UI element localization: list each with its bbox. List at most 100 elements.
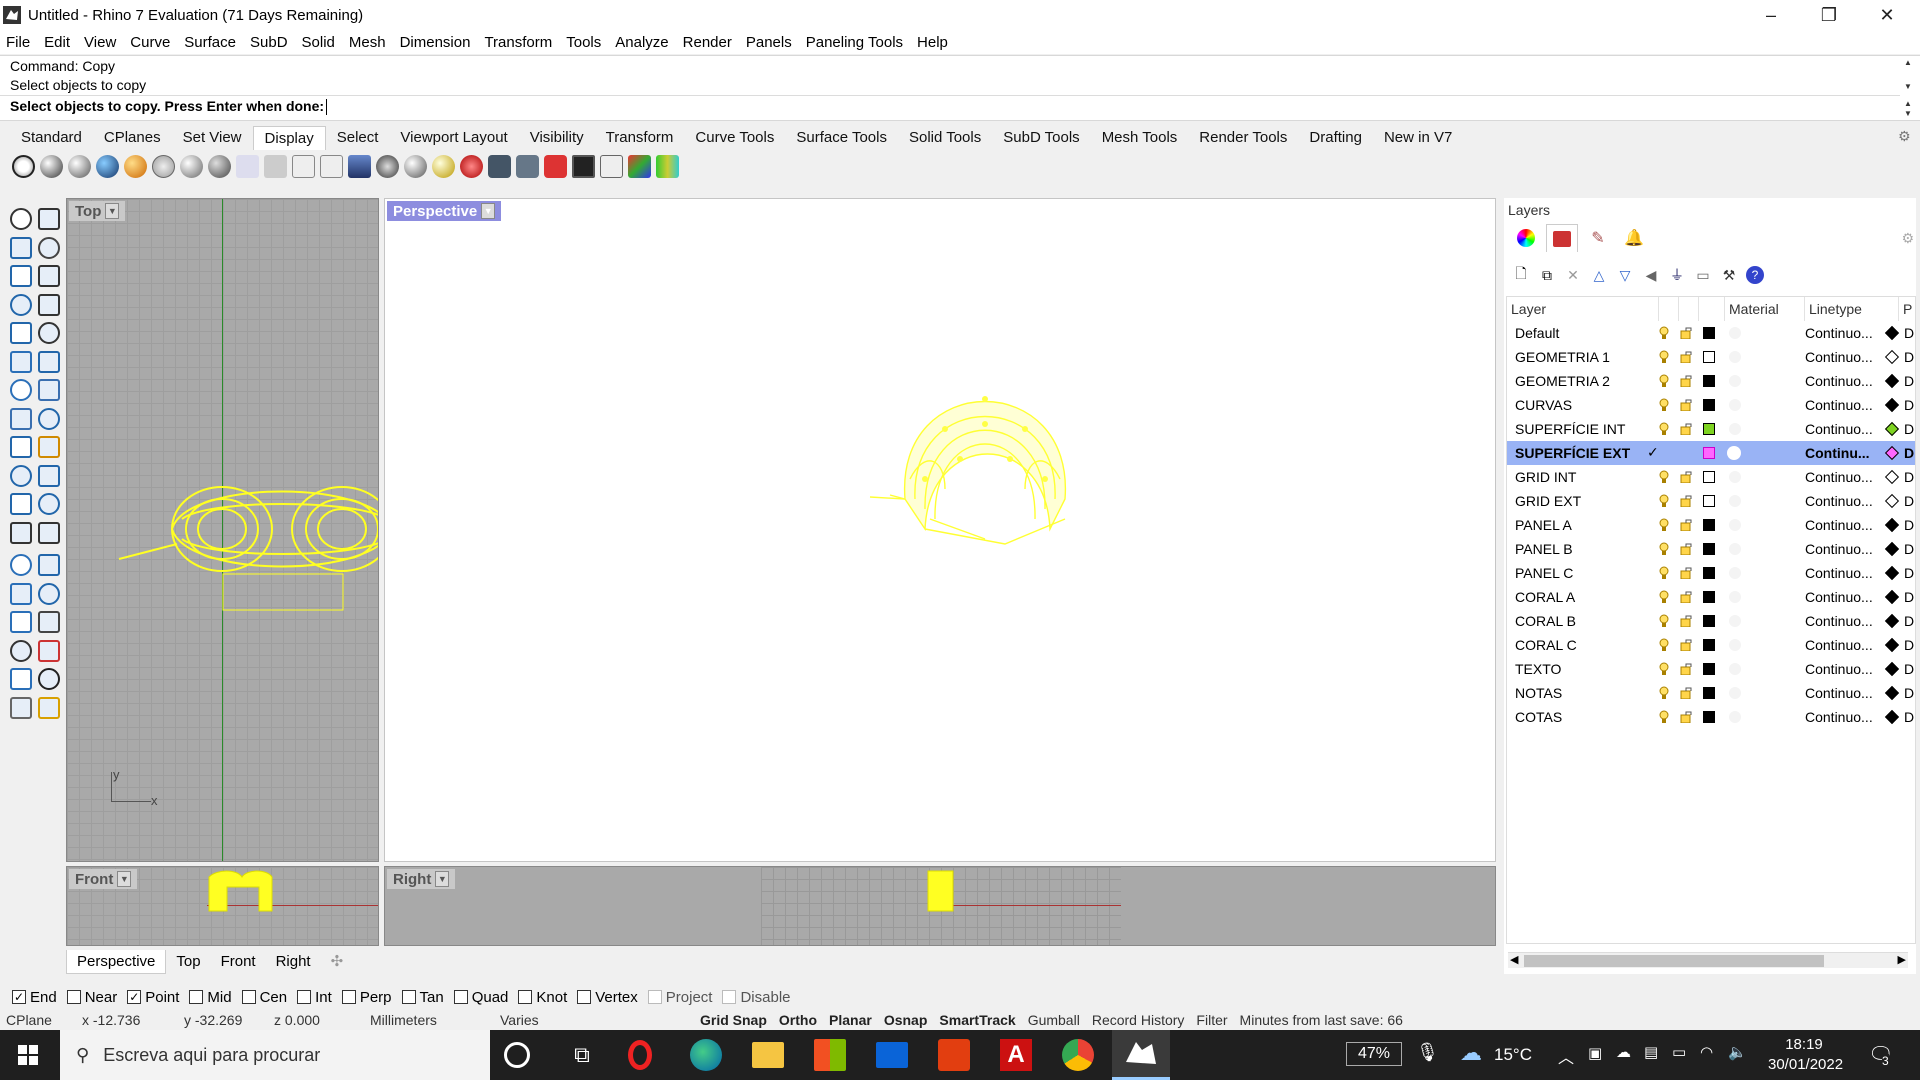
file-explorer-icon[interactable] [752, 1042, 784, 1068]
column-header-material[interactable]: Material [1725, 297, 1805, 321]
menu-item-surface[interactable]: Surface [184, 34, 236, 51]
tray-expand-icon[interactable]: ︿ [1558, 1044, 1574, 1068]
layer-color-swatch[interactable] [1703, 327, 1715, 339]
material-swatch[interactable] [1729, 663, 1741, 675]
tray-sync-icon[interactable]: ☁ [1616, 1043, 1631, 1061]
close-button[interactable]: ✕ [1858, 0, 1916, 30]
move-out-icon[interactable]: ◀ [1642, 266, 1660, 284]
print-width[interactable]: D [1904, 469, 1914, 485]
polyline-icon[interactable] [10, 236, 32, 259]
cplane-label[interactable]: CPlane [0, 1012, 76, 1028]
new-sublayer-icon[interactable]: ⧉ [1538, 266, 1556, 284]
wireframe-icon[interactable] [12, 154, 35, 178]
array-icon[interactable] [10, 639, 32, 662]
lock-icon[interactable] [1680, 494, 1693, 508]
osnap-tan[interactable]: Tan [401, 989, 444, 1006]
osnap-quad[interactable]: Quad [453, 989, 508, 1006]
spin-down-icon[interactable]: ▼ [1900, 109, 1916, 119]
toolbar-tab-viewport-layout[interactable]: Viewport Layout [389, 126, 518, 150]
print-width[interactable]: D [1904, 373, 1914, 389]
layer-color-swatch[interactable] [1703, 591, 1715, 603]
scroll-down-icon[interactable]: ▼ [1900, 82, 1916, 92]
print-width[interactable]: D [1904, 637, 1914, 653]
camera-icon[interactable] [488, 154, 511, 178]
osnap-vertex[interactable]: Vertex [577, 989, 638, 1006]
move-up-icon[interactable]: △ [1590, 266, 1608, 284]
toolbar-tab-surface-tools[interactable]: Surface Tools [785, 126, 898, 150]
clipping-plane-icon[interactable] [460, 154, 483, 178]
print-width[interactable]: D [1904, 709, 1914, 725]
gold-sphere-icon[interactable] [432, 154, 455, 178]
layer-linetype[interactable]: Continuo... [1805, 589, 1873, 605]
help-icon[interactable]: ? [1746, 266, 1764, 284]
layer-color-swatch[interactable] [1703, 471, 1715, 483]
front-viewport[interactable]: Front ▼ [66, 866, 379, 946]
checkbox[interactable] [722, 990, 737, 1004]
menu-item-help[interactable]: Help [917, 34, 948, 51]
rect-icon[interactable] [38, 293, 60, 316]
material-swatch[interactable] [1729, 471, 1741, 483]
checkbox[interactable] [577, 990, 592, 1004]
lock-icon[interactable] [1680, 710, 1693, 724]
color-icon[interactable] [628, 154, 651, 178]
print-width[interactable]: D [1904, 613, 1914, 629]
properties-tab[interactable] [1510, 224, 1542, 252]
maximize-button[interactable]: ❐ [1800, 0, 1858, 30]
visibility-bulb-icon[interactable] [1659, 566, 1669, 580]
toggle-planar[interactable]: Planar [823, 1012, 878, 1028]
print-color-diamond[interactable] [1884, 349, 1900, 365]
group-icon[interactable] [10, 582, 32, 605]
osnap-project[interactable]: Project [647, 989, 712, 1006]
toolbar-tab-standard[interactable]: Standard [10, 126, 93, 150]
menu-item-edit[interactable]: Edit [44, 34, 70, 51]
monochrome-icon[interactable] [320, 154, 343, 178]
move-down-icon[interactable]: ▽ [1616, 266, 1634, 284]
layer-color-swatch[interactable] [1703, 615, 1715, 627]
new-layer-icon[interactable]: 🗋 [1512, 265, 1530, 284]
offset-icon[interactable] [38, 521, 60, 544]
visibility-bulb-icon[interactable] [1659, 374, 1669, 388]
osnap-disable[interactable]: Disable [722, 989, 791, 1006]
visibility-bulb-icon[interactable] [1659, 398, 1669, 412]
lock-icon[interactable] [1680, 686, 1693, 700]
toolbar-tab-solid-tools[interactable]: Solid Tools [898, 126, 992, 150]
tray-device-icon[interactable]: ▤ [1644, 1043, 1658, 1061]
layer-color-swatch[interactable] [1703, 399, 1715, 411]
layer-linetype[interactable]: Continuo... [1805, 637, 1873, 653]
palette-icon[interactable] [656, 154, 679, 178]
lock-icon[interactable] [1680, 374, 1693, 388]
layer-linetype[interactable]: Continuo... [1805, 709, 1873, 725]
temperature[interactable]: 15°C [1494, 1045, 1532, 1065]
layer-color-swatch[interactable] [1703, 663, 1715, 675]
visibility-bulb-icon[interactable] [1659, 590, 1669, 604]
column-header-print[interactable]: P [1899, 297, 1915, 321]
material-swatch[interactable] [1729, 351, 1741, 363]
layer-linetype[interactable]: Continuo... [1805, 349, 1873, 365]
microphone-icon[interactable]: 🎙 [1416, 1042, 1439, 1063]
layer-color-swatch[interactable] [1703, 519, 1715, 531]
chrome-icon[interactable] [1062, 1039, 1094, 1071]
viewport-tab-right[interactable]: Right [266, 950, 321, 974]
clock-time[interactable]: 18:19 [1768, 1036, 1840, 1053]
menu-item-panels[interactable]: Panels [746, 34, 792, 51]
edge-icon[interactable] [38, 350, 60, 373]
column-header-layer[interactable]: Layer [1507, 297, 1659, 321]
taskbar-search-box[interactable]: ⚲ Escreva aqui para procurar [60, 1030, 490, 1080]
lightning-icon[interactable] [38, 436, 60, 458]
store-icon[interactable] [814, 1039, 846, 1071]
lock-icon[interactable] [1680, 614, 1693, 628]
layer-linetype[interactable]: Continuo... [1805, 565, 1873, 581]
print-color-diamond[interactable] [1884, 661, 1900, 677]
scroll-right-icon[interactable]: ▶ [1898, 953, 1906, 966]
artistic-icon[interactable] [208, 154, 231, 178]
toggle-ortho[interactable]: Ortho [773, 1012, 823, 1028]
tray-app-icon[interactable]: ▣ [1588, 1044, 1602, 1062]
display-mode-icon[interactable] [348, 154, 371, 178]
visibility-bulb-icon[interactable] [1659, 350, 1669, 364]
dimension-icon[interactable] [38, 611, 60, 633]
scroll-left-icon[interactable]: ◀ [1510, 953, 1518, 966]
layer-row[interactable]: Default Continuo... D [1507, 321, 1915, 345]
units-label[interactable]: Millimeters [364, 1012, 494, 1028]
ellipse-icon[interactable] [10, 322, 32, 344]
arc-icon[interactable] [38, 265, 60, 287]
